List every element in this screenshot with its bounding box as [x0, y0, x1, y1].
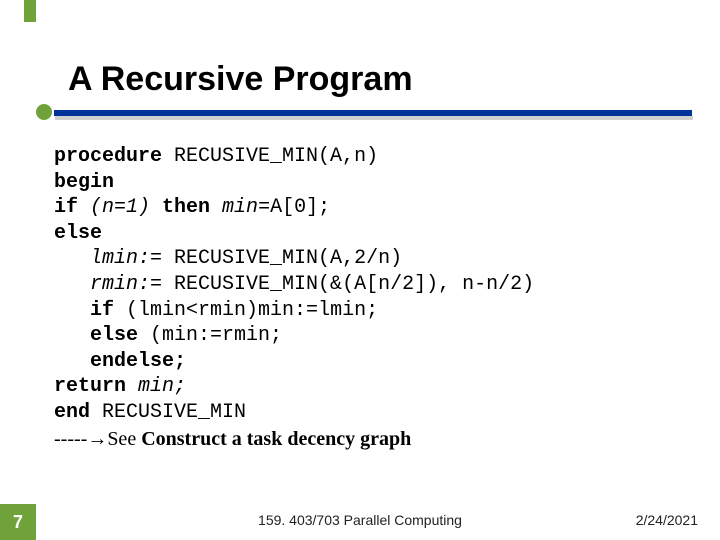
- code-text: = RECUSIVE_MIN(&(A[n/2]), n-n/2): [150, 273, 534, 296]
- code-text: (min:=rmin;: [150, 324, 282, 347]
- code-it: min: [222, 196, 258, 219]
- code-it: rmin:: [90, 273, 150, 296]
- code-text: = RECUSIVE_MIN(A,2/n): [150, 247, 402, 270]
- kw-procedure: procedure: [54, 145, 162, 168]
- code-text: RECUSIVE_MIN: [102, 401, 246, 424]
- kw-begin: begin: [54, 171, 114, 194]
- accent-bar: [24, 0, 36, 22]
- note-line: -----→See Construct a task decency graph: [54, 428, 680, 451]
- code-it: (n=1): [90, 196, 162, 219]
- footer-center: 159. 403/703 Parallel Computing: [0, 512, 720, 528]
- slide-title: A Recursive Program: [68, 60, 413, 99]
- slide: A Recursive Program procedure RECUSIVE_M…: [0, 0, 720, 540]
- code-text: RECUSIVE_MIN(A,n): [162, 145, 378, 168]
- indent: [54, 299, 90, 322]
- code-text: =A[0];: [258, 196, 330, 219]
- title-dot: [36, 104, 52, 120]
- arrow-icon: →: [87, 428, 107, 450]
- note-text: See: [107, 428, 141, 450]
- kw-else2: else: [90, 324, 150, 347]
- indent: [54, 350, 90, 373]
- code-it: lmin:: [90, 247, 150, 270]
- kw-if2: if: [90, 299, 126, 322]
- code-block: procedure RECUSIVE_MIN(A,n) begin if (n=…: [54, 144, 680, 426]
- kw-return: return: [54, 375, 138, 398]
- indent: [54, 273, 90, 296]
- code-it: min;: [138, 375, 186, 398]
- kw-end: end: [54, 401, 102, 424]
- note-dashes: -----: [54, 428, 87, 450]
- note-bold: Construct a task decency graph: [141, 428, 411, 450]
- body: procedure RECUSIVE_MIN(A,n) begin if (n=…: [54, 144, 680, 451]
- kw-else: else: [54, 222, 102, 245]
- indent: [54, 247, 90, 270]
- kw-then: then: [162, 196, 222, 219]
- footer-date: 2/24/2021: [636, 512, 698, 528]
- title-rule-shadow: [55, 116, 693, 120]
- indent: [54, 324, 90, 347]
- kw-endelse: endelse;: [90, 350, 186, 373]
- code-text: (lmin<rmin)min:=lmin;: [126, 299, 378, 322]
- kw-if: if: [54, 196, 90, 219]
